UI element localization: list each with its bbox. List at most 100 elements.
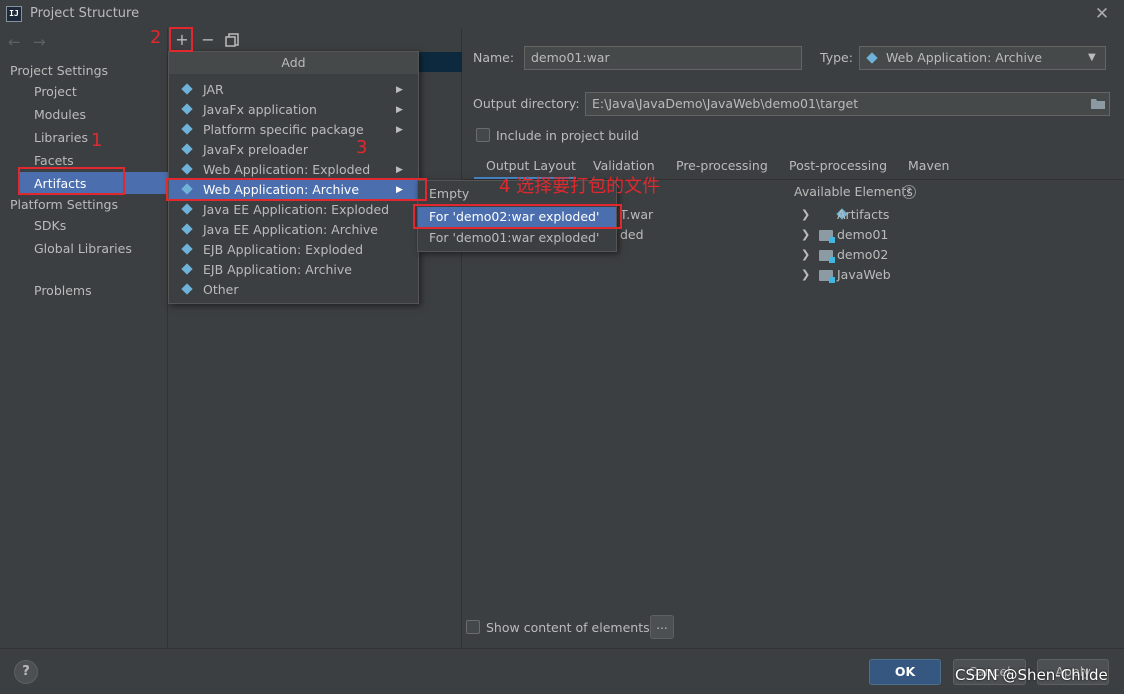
chevron-right-icon[interactable]: ❯	[801, 268, 810, 281]
available-elements-header: Available Elements	[794, 184, 913, 199]
annotation-box-artifacts	[18, 167, 125, 195]
artifact-icon	[181, 123, 194, 136]
include-in-build-label: Include in project build	[496, 128, 639, 143]
ejb-icon	[181, 263, 194, 276]
type-label: Type:	[820, 50, 853, 65]
menu-item-label: Other	[203, 282, 239, 297]
sidebar-item-sdks[interactable]: SDKs	[34, 218, 66, 233]
web-app-icon	[181, 163, 194, 176]
menu-item-label: Platform specific package	[203, 122, 364, 137]
submenu-arrow-icon: ▶	[396, 165, 403, 175]
available-item-javaweb[interactable]: JavaWeb	[837, 267, 891, 282]
web-archive-icon	[866, 52, 879, 65]
submenu-arrow-icon: ▶	[396, 125, 403, 135]
chevron-right-icon[interactable]: ❯	[801, 208, 810, 221]
menu-item-label: Java EE Application: Archive	[203, 222, 378, 237]
available-item-demo02[interactable]: demo02	[837, 247, 888, 262]
module-folder-icon	[819, 270, 835, 283]
menu-item-ejb-exploded[interactable]: EJB Application: Exploded	[169, 240, 418, 260]
tab-output-layout[interactable]: Output Layout	[486, 158, 576, 173]
available-item-artifacts[interactable]: Artifacts	[837, 207, 889, 222]
artifact-icon	[181, 143, 194, 156]
sidebar-item-project[interactable]: Project	[34, 84, 77, 99]
menu-item-platform-specific-package[interactable]: Platform specific package ▶	[169, 120, 418, 140]
tab-pre-processing[interactable]: Pre-processing	[676, 158, 768, 173]
tab-maven[interactable]: Maven	[908, 158, 949, 173]
project-settings-heading: Project Settings	[10, 63, 109, 78]
menu-item-label: JavaFx preloader	[203, 142, 308, 157]
forward-arrow-icon[interactable]: →	[33, 33, 46, 51]
output-tree-item[interactable]: T.war	[620, 207, 653, 222]
artifact-details	[463, 28, 1124, 648]
folder-browse-icon[interactable]	[1090, 97, 1106, 110]
menu-item-label: Web Application: Exploded	[203, 162, 371, 177]
chevron-right-icon[interactable]: ❯	[801, 228, 810, 241]
menu-item-javaee-exploded[interactable]: Java EE Application: Exploded	[169, 200, 418, 220]
window-title: Project Structure	[30, 6, 140, 21]
remove-button[interactable]: −	[198, 30, 218, 50]
annotation-box-demo02	[413, 204, 622, 229]
tab-validation[interactable]: Validation	[593, 158, 655, 173]
menu-item-label: JavaFx application	[203, 102, 317, 117]
annotation-step-4: 4 选择要打包的文件	[499, 176, 661, 197]
menu-item-other[interactable]: Other	[169, 280, 418, 300]
submenu-arrow-icon: ▶	[396, 105, 403, 115]
module-folder-icon	[819, 250, 835, 263]
submenu-item-demo01[interactable]: For 'demo01:war exploded'	[418, 228, 616, 248]
name-field[interactable]: demo01:war	[524, 46, 802, 70]
output-directory-label: Output directory:	[473, 96, 580, 111]
sidebar-item-modules[interactable]: Modules	[34, 107, 86, 122]
module-folder-icon	[819, 230, 835, 243]
show-content-checkbox[interactable]	[466, 620, 480, 634]
chevron-right-icon[interactable]: ❯	[801, 248, 810, 261]
tab-post-processing[interactable]: Post-processing	[789, 158, 887, 173]
menu-item-ejb-archive[interactable]: EJB Application: Archive	[169, 260, 418, 280]
add-menu-header: Add	[169, 52, 418, 74]
annotation-number-2: 2	[150, 27, 162, 48]
menu-item-jar[interactable]: JAR ▶	[169, 80, 418, 100]
available-item-demo01[interactable]: demo01	[837, 227, 888, 242]
copy-icon[interactable]	[224, 32, 242, 50]
include-in-build-checkbox[interactable]	[476, 128, 490, 142]
menu-item-label: JAR	[203, 82, 224, 97]
type-combo[interactable]: Web Application: Archive	[859, 46, 1106, 70]
menu-item-javaee-archive[interactable]: Java EE Application: Archive	[169, 220, 418, 240]
help-button[interactable]: ?	[14, 660, 38, 684]
chevron-down-icon[interactable]: ▼	[1088, 52, 1096, 63]
submenu-arrow-icon: ▶	[396, 85, 403, 95]
title-bar	[0, 0, 1124, 28]
watermark: CSDN @Shen-Childe	[955, 666, 1108, 684]
app-icon: IJ	[6, 6, 22, 22]
menu-item-label: EJB Application: Archive	[203, 262, 352, 277]
ejb-icon	[181, 243, 194, 256]
artifact-icon	[181, 83, 194, 96]
annotation-number-1: 1	[91, 130, 103, 151]
annotation-box-add	[169, 27, 193, 52]
platform-settings-heading: Platform Settings	[10, 197, 118, 212]
menu-item-javafx-preloader[interactable]: JavaFx preloader	[169, 140, 418, 160]
menu-item-label: Java EE Application: Exploded	[203, 202, 390, 217]
menu-item-label: EJB Application: Exploded	[203, 242, 364, 257]
sidebar-item-libraries[interactable]: Libraries	[34, 130, 88, 145]
ok-button[interactable]: OK	[869, 659, 941, 685]
sidebar-item-facets[interactable]: Facets	[34, 153, 74, 168]
artifact-icon	[181, 103, 194, 116]
close-icon[interactable]: ✕	[1092, 3, 1112, 25]
name-label: Name:	[473, 50, 515, 65]
output-directory-field[interactable]: E:\Java\JavaDemo\JavaWeb\demo01\target	[585, 92, 1110, 116]
back-arrow-icon[interactable]: ←	[8, 33, 21, 51]
output-tree-item[interactable]: ded	[620, 227, 644, 242]
sidebar-item-problems[interactable]: Problems	[34, 283, 92, 298]
menu-item-web-application-exploded[interactable]: Web Application: Exploded ▶	[169, 160, 418, 180]
artifact-list-selection[interactable]	[418, 52, 462, 72]
more-options-button[interactable]: ...	[650, 615, 674, 639]
artifact-icon	[181, 283, 194, 296]
annotation-number-3: 3	[356, 137, 368, 158]
menu-item-javafx-application[interactable]: JavaFx application ▶	[169, 100, 418, 120]
sidebar-item-global-libraries[interactable]: Global Libraries	[34, 241, 132, 256]
show-content-label: Show content of elements	[486, 620, 650, 635]
javaee-icon	[181, 223, 194, 236]
help-icon[interactable]: ?	[902, 185, 916, 199]
javaee-icon	[181, 203, 194, 216]
annotation-box-web-archive	[166, 178, 427, 201]
